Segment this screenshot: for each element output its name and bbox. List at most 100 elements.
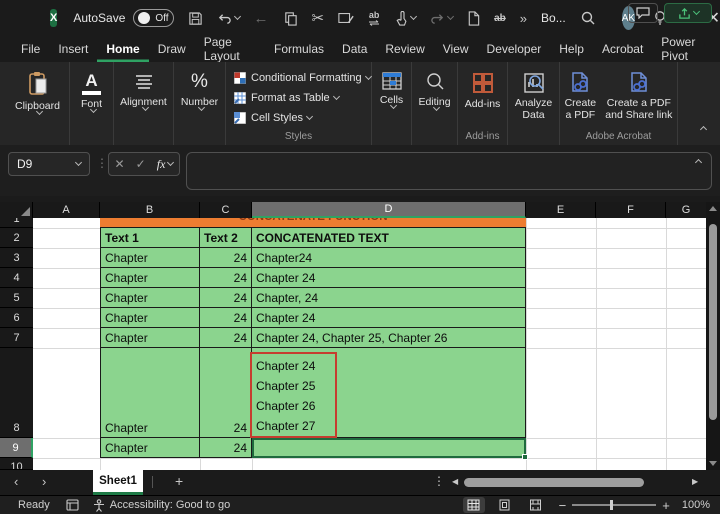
cell-C5[interactable]: 24	[200, 288, 252, 308]
cell-B9[interactable]: Chapter	[100, 438, 200, 458]
cell-D4[interactable]: Chapter 24	[252, 268, 526, 288]
col-header-C[interactable]: C	[200, 202, 252, 218]
cell-C4[interactable]: 24	[200, 268, 252, 288]
vertical-scrollbar-thumb[interactable]	[709, 224, 717, 420]
cancel-icon[interactable]: ✕	[115, 157, 125, 171]
tab-help[interactable]: Help	[550, 36, 593, 62]
row-header-6[interactable]: 6	[0, 308, 33, 328]
banner-cell[interactable]: CONCATENATE FUNCTION	[100, 218, 526, 228]
hscroll-right-icon[interactable]: ▶	[692, 477, 698, 486]
cell-D3[interactable]: Chapter24	[252, 248, 526, 268]
add-sheet-button[interactable]: +	[175, 473, 183, 489]
strikethrough-icon[interactable]: ab	[494, 13, 506, 24]
editing-group-button[interactable]: Editing	[412, 62, 458, 145]
cell-C6[interactable]: 24	[200, 308, 252, 328]
cell-B3[interactable]: Chapter	[100, 248, 200, 268]
col-header-F[interactable]: F	[596, 202, 666, 218]
col-header-D-selected[interactable]: D	[252, 202, 526, 218]
picture-icon[interactable]	[338, 11, 354, 25]
format-as-table-button[interactable]: Format as Table	[226, 88, 371, 108]
cell-C3[interactable]: 24	[200, 248, 252, 268]
zoom-out-button[interactable]: −	[559, 498, 567, 513]
formula-input[interactable]	[186, 152, 712, 190]
row-header-10[interactable]: 10	[0, 458, 33, 470]
alignment-group-button[interactable]: Alignment	[114, 62, 174, 145]
cell-C7[interactable]: 24	[200, 328, 252, 348]
zoom-level[interactable]: 100%	[682, 499, 710, 511]
tab-options-dots-icon[interactable]: ⋮	[433, 474, 445, 488]
cell-styles-button[interactable]: Cell Styles	[226, 108, 371, 128]
row-header-3[interactable]: 3	[0, 248, 33, 268]
collapse-ribbon-button[interactable]	[698, 119, 706, 137]
cell-D5[interactable]: Chapter, 24	[252, 288, 526, 308]
view-page-layout-button[interactable]	[494, 497, 516, 513]
row-header-7[interactable]: 7	[0, 328, 33, 348]
enter-icon[interactable]: ✓	[136, 157, 146, 171]
tab-power-pivot[interactable]: Power Pivot	[652, 36, 720, 62]
tab-insert[interactable]: Insert	[49, 36, 97, 62]
tab-developer[interactable]: Developer	[478, 36, 551, 62]
excel-logo-icon[interactable]: X	[50, 9, 57, 27]
cell-D9[interactable]	[252, 438, 526, 458]
select-all-corner[interactable]	[0, 202, 33, 218]
cut-icon[interactable]: ✂	[312, 11, 325, 26]
col-header-B[interactable]: B	[100, 202, 200, 218]
tab-draw[interactable]: Draw	[149, 36, 195, 62]
find-replace-icon[interactable]: ab	[368, 11, 380, 26]
create-pdf-share-button[interactable]: Create a PDFand Share link	[605, 71, 672, 121]
col-header-G[interactable]: G	[666, 202, 706, 218]
tab-view[interactable]: View	[434, 36, 478, 62]
analyze-data-button[interactable]: Analyze Data	[508, 62, 560, 145]
row-header-9-selected[interactable]: 9	[0, 438, 33, 458]
fill-handle[interactable]	[522, 454, 528, 460]
cell-B4[interactable]: Chapter	[100, 268, 200, 288]
vertical-scrollbar[interactable]	[706, 202, 720, 470]
number-group-button[interactable]: % Number	[174, 62, 226, 145]
cell-D7[interactable]: Chapter 24, Chapter 25, Chapter 26	[252, 328, 526, 348]
col-header-E[interactable]: E	[526, 202, 596, 218]
insert-function-button[interactable]: fx	[157, 157, 174, 172]
copy-icon[interactable]	[283, 11, 298, 26]
touch-mode-button[interactable]	[394, 11, 416, 26]
font-group-button[interactable]: A Font	[70, 62, 114, 145]
tab-review[interactable]: Review	[376, 36, 433, 62]
row-header-2[interactable]: 2	[0, 228, 33, 248]
sheet-tab-sheet1[interactable]: Sheet1	[93, 470, 143, 495]
share-button[interactable]	[664, 3, 712, 23]
cell-C2[interactable]: Text 2	[200, 228, 252, 248]
tab-acrobat[interactable]: Acrobat	[593, 36, 652, 62]
row-header-8[interactable]: 8	[0, 348, 33, 438]
search-icon[interactable]	[580, 10, 596, 26]
view-page-break-button[interactable]	[525, 497, 547, 513]
tab-file[interactable]: File	[12, 36, 49, 62]
col-header-A[interactable]: A	[33, 202, 100, 218]
macro-record-icon[interactable]	[66, 499, 79, 511]
cell-B8[interactable]: Chapter	[100, 348, 200, 438]
prev-sheet-icon[interactable]: ‹	[14, 474, 18, 489]
expand-formula-bar-icon[interactable]	[695, 159, 702, 166]
more-commands-icon[interactable]: »	[520, 12, 527, 25]
autosave-toggle[interactable]: Off	[133, 9, 173, 27]
zoom-slider-thumb[interactable]	[610, 500, 613, 510]
cell-B2[interactable]: Text 1	[100, 228, 200, 248]
accessibility-status[interactable]: Accessibility: Good to go	[110, 499, 230, 511]
row-header-4[interactable]: 4	[0, 268, 33, 288]
horizontal-scrollbar-thumb[interactable]	[464, 478, 644, 487]
view-normal-button[interactable]	[463, 497, 485, 513]
comments-button[interactable]	[628, 3, 658, 23]
next-sheet-icon[interactable]: ›	[42, 474, 46, 489]
hscroll-left-icon[interactable]: ◀	[452, 477, 458, 486]
scroll-up-icon[interactable]	[709, 206, 717, 211]
new-file-icon[interactable]	[467, 11, 480, 26]
tab-page-layout[interactable]: Page Layout	[195, 36, 265, 62]
cell-D8[interactable]: Chapter 24 Chapter 25 Chapter 26 Chapter…	[252, 348, 526, 438]
cell-C8[interactable]: 24	[200, 348, 252, 438]
cell-C9[interactable]: 24	[200, 438, 252, 458]
cell-D6[interactable]: Chapter 24	[252, 308, 526, 328]
undo-button[interactable]	[217, 11, 240, 26]
drag-dots-icon[interactable]: ⋮	[96, 156, 108, 170]
cell-D2[interactable]: CONCATENATED TEXT	[252, 228, 526, 248]
name-box[interactable]: D9	[8, 152, 90, 176]
scroll-down-icon[interactable]	[709, 461, 717, 466]
cell-B6[interactable]: Chapter	[100, 308, 200, 328]
